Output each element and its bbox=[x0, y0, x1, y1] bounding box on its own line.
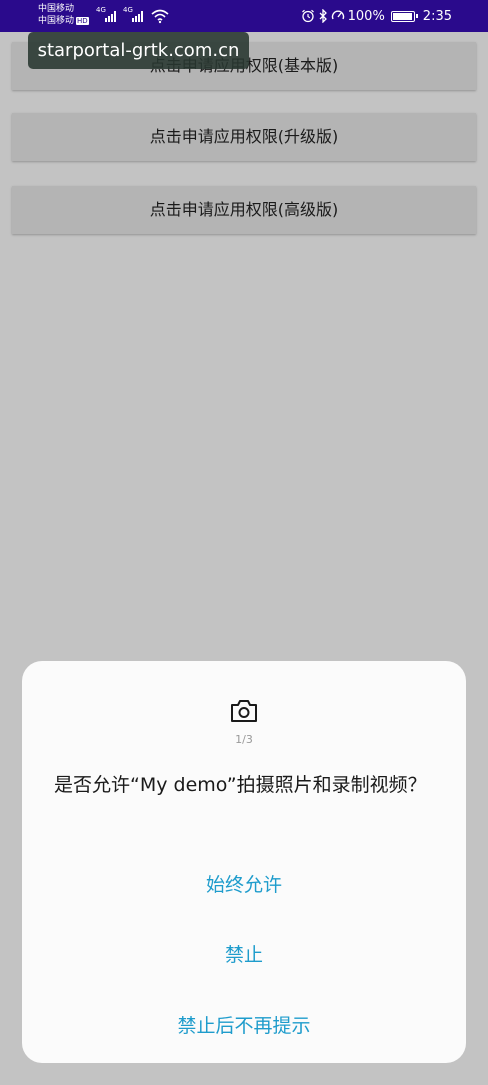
signal-icon-1: 4G bbox=[96, 6, 120, 24]
carrier-label-1: 中国移动 bbox=[38, 4, 75, 14]
bluetooth-icon bbox=[319, 9, 327, 23]
carrier-label-2: 中国移动 HD bbox=[38, 16, 89, 26]
deny-dont-ask-again-button[interactable]: 禁止后不再提示 bbox=[22, 1011, 466, 1038]
dialog-message: 是否允许“My demo”拍摄照片和录制视频？ bbox=[54, 774, 427, 796]
signal-icon-2: 4G bbox=[123, 6, 147, 24]
status-bar: 中国移动 中国移动 HD 4G 4G 100% 2:35 bbox=[0, 0, 488, 32]
screen: 中国移动 中国移动 HD 4G 4G 100% 2:35 starportal-… bbox=[0, 0, 488, 1085]
status-right-group: 100% 2:35 bbox=[301, 7, 452, 25]
alarm-icon bbox=[301, 9, 314, 23]
battery-icon bbox=[390, 10, 418, 22]
permission-dialog: 1/3 是否允许“My demo”拍摄照片和录制视频？ 始终允许 禁止 禁止后不… bbox=[22, 661, 466, 1063]
request-permission-advanced-button[interactable]: 点击申请应用权限(高级版) bbox=[12, 186, 476, 234]
always-allow-button[interactable]: 始终允许 bbox=[22, 870, 466, 897]
network-type-2: 4G bbox=[123, 6, 133, 14]
battery-fill bbox=[392, 12, 412, 20]
clock-time: 2:35 bbox=[422, 8, 452, 24]
request-permission-upgrade-button[interactable]: 点击申请应用权限(升级版) bbox=[12, 113, 476, 161]
network-type-1: 4G bbox=[96, 6, 106, 14]
page-indicator: 1/3 bbox=[235, 733, 253, 746]
speed-gauge-icon bbox=[331, 10, 344, 20]
wifi-icon bbox=[150, 8, 170, 24]
hd-badge: HD bbox=[76, 16, 89, 25]
carrier-label-2-text: 中国移动 bbox=[38, 16, 75, 26]
watermark-label: starportal-grtk.com.cn bbox=[28, 32, 249, 69]
battery-percentage: 100% bbox=[347, 8, 385, 24]
deny-button[interactable]: 禁止 bbox=[22, 940, 466, 967]
camera-icon bbox=[231, 700, 257, 722]
